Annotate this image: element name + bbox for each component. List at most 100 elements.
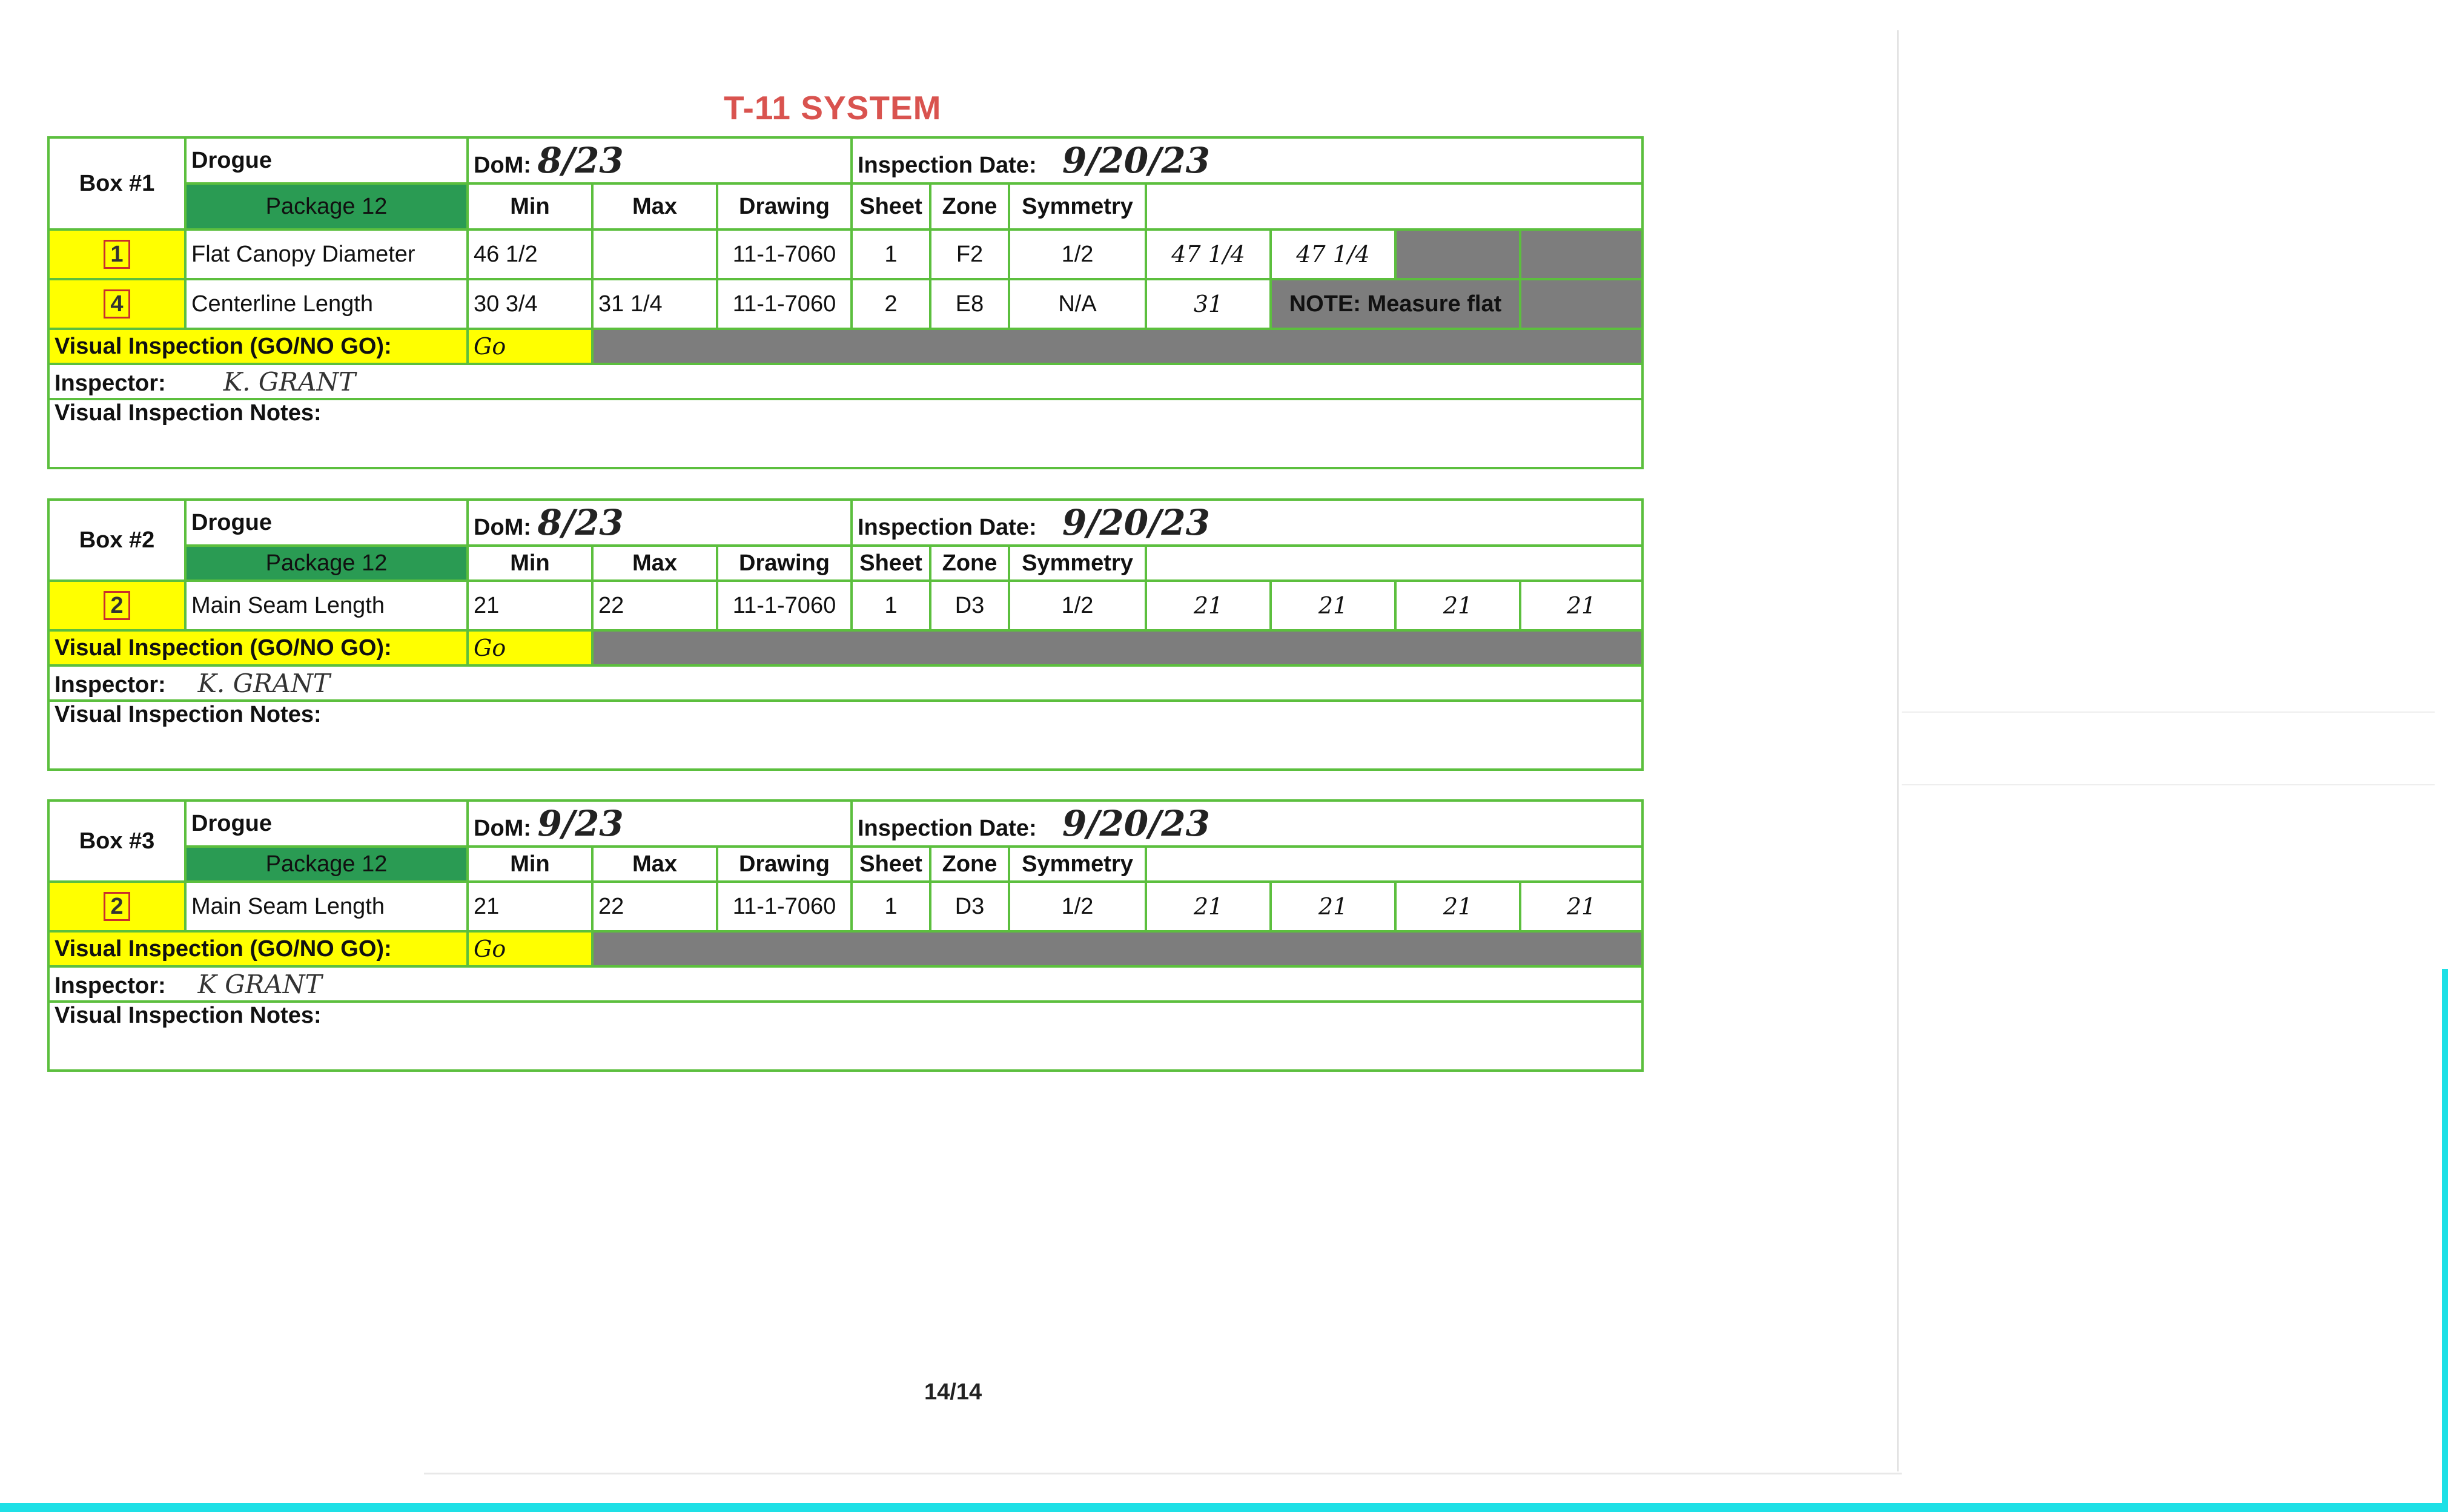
dom-label: DoM: bbox=[474, 153, 531, 178]
inspection-date-value[interactable]: 9/20/23 bbox=[1062, 502, 1210, 543]
symmetry-value: N/A bbox=[1008, 278, 1147, 330]
col-sheet: Sheet bbox=[850, 544, 931, 582]
notes-cell[interactable]: Visual Inspection Notes: bbox=[47, 1000, 1644, 1072]
qty-cell: 2 bbox=[47, 880, 187, 933]
min-value: 30 3/4 bbox=[466, 278, 594, 330]
col-zone: Zone bbox=[929, 544, 1010, 582]
visual-inspection-blank bbox=[591, 629, 1644, 667]
visual-inspection-label: Visual Inspection (GO/NO GO): bbox=[47, 629, 469, 667]
symmetry-value: 1/2 bbox=[1008, 228, 1147, 280]
zone-value: E8 bbox=[929, 278, 1010, 330]
page-edge-right bbox=[1897, 30, 1899, 1471]
measurement-cell-disabled bbox=[1519, 278, 1644, 330]
dimension-name: Main Seam Length bbox=[184, 579, 469, 632]
sheet-value: 2 bbox=[850, 278, 931, 330]
col-symmetry: Symmetry bbox=[1008, 544, 1147, 582]
inspector-label: Inspector: bbox=[55, 672, 166, 698]
max-value bbox=[591, 228, 718, 280]
inspection-date-value[interactable]: 9/20/23 bbox=[1062, 803, 1210, 844]
inspector-label: Inspector: bbox=[55, 972, 166, 999]
measurement-cell-disabled bbox=[1519, 228, 1644, 280]
measurement-cell[interactable]: 21 bbox=[1269, 579, 1397, 632]
measurement-cell[interactable]: 47 1/4 bbox=[1145, 228, 1272, 280]
dom-value[interactable]: 8/23 bbox=[538, 502, 624, 543]
drogue-label: Drogue bbox=[184, 799, 469, 848]
dom-label: DoM: bbox=[474, 816, 531, 841]
max-value: 22 bbox=[591, 880, 718, 933]
measurement-cell[interactable]: 21 bbox=[1269, 880, 1397, 933]
visual-inspection-blank bbox=[591, 930, 1644, 968]
measurement-cell[interactable]: 31 bbox=[1145, 278, 1272, 330]
visual-inspection-blank bbox=[591, 328, 1644, 365]
measurement-cell[interactable]: 21 bbox=[1394, 880, 1521, 933]
screen-edge-right bbox=[2442, 969, 2448, 1512]
inspector-signature[interactable]: K. GRANT bbox=[198, 669, 330, 698]
visual-inspection-value[interactable]: Go bbox=[466, 328, 594, 365]
visual-inspection-label: Visual Inspection (GO/NO GO): bbox=[47, 930, 469, 968]
drawing-value: 11-1-7060 bbox=[716, 228, 853, 280]
qty-value: 1 bbox=[104, 239, 130, 269]
symmetry-value: 1/2 bbox=[1008, 579, 1147, 632]
col-drawing: Drawing bbox=[716, 182, 853, 231]
visual-inspection-value[interactable]: Go bbox=[466, 629, 594, 667]
zone-value: D3 bbox=[929, 579, 1010, 632]
measurement-cell[interactable]: 21 bbox=[1394, 579, 1521, 632]
qty-cell: 2 bbox=[47, 579, 187, 632]
package-label: Package 12 bbox=[184, 182, 469, 231]
col-symmetry: Symmetry bbox=[1008, 182, 1147, 231]
measurement-cell[interactable]: 21 bbox=[1145, 579, 1272, 632]
sheet-value: 1 bbox=[850, 228, 931, 280]
inspection-date-label: Inspection Date: bbox=[858, 515, 1037, 540]
inspector-label: Inspector: bbox=[55, 370, 166, 396]
col-sheet: Sheet bbox=[850, 845, 931, 883]
inspection-date-cell: Inspection Date: 9/20/23 bbox=[850, 799, 1644, 848]
inspection-date-label: Inspection Date: bbox=[858, 816, 1037, 841]
col-symmetry: Symmetry bbox=[1008, 845, 1147, 883]
dimension-name: Main Seam Length bbox=[184, 880, 469, 933]
col-min: Min bbox=[466, 845, 594, 883]
min-value: 46 1/2 bbox=[466, 228, 594, 280]
qty-cell: 4 bbox=[47, 278, 187, 330]
notes-cell[interactable]: Visual Inspection Notes: bbox=[47, 398, 1644, 469]
notes-cell[interactable]: Visual Inspection Notes: bbox=[47, 699, 1644, 771]
table-row: 1 Flat Canopy Diameter 46 1/2 11-1-7060 … bbox=[47, 228, 1644, 280]
header-blank bbox=[1145, 845, 1644, 883]
notes-label: Visual Inspection Notes: bbox=[55, 400, 322, 426]
qty-value: 4 bbox=[104, 289, 130, 319]
document-title: T-11 SYSTEM bbox=[724, 89, 942, 127]
measurement-cell[interactable]: 47 1/4 bbox=[1269, 228, 1397, 280]
col-drawing: Drawing bbox=[716, 544, 853, 582]
col-drawing: Drawing bbox=[716, 845, 853, 883]
inspector-cell: Inspector: K. GRANT bbox=[47, 363, 1644, 400]
box-label: Box #2 bbox=[47, 498, 187, 582]
header-blank bbox=[1145, 544, 1644, 582]
table-row: 2 Main Seam Length 21 22 11-1-7060 1 D3 … bbox=[47, 579, 1644, 632]
dom-value[interactable]: 8/23 bbox=[538, 140, 624, 181]
measurement-cell[interactable]: 21 bbox=[1519, 880, 1644, 933]
zone-value: F2 bbox=[929, 228, 1010, 280]
measurement-cell[interactable]: 21 bbox=[1145, 880, 1272, 933]
min-value: 21 bbox=[466, 880, 594, 933]
dimension-name: Flat Canopy Diameter bbox=[184, 228, 469, 280]
box-1-table: Box #1 Drogue DoM: 8/23 Inspection Date:… bbox=[47, 136, 1644, 469]
visual-inspection-value[interactable]: Go bbox=[466, 930, 594, 968]
box-3-table: Box #3 Drogue DoM: 9/23 Inspection Date:… bbox=[47, 799, 1644, 1072]
faint-divider bbox=[1902, 711, 2435, 713]
measurement-cell-disabled bbox=[1394, 228, 1521, 280]
header-blank bbox=[1145, 182, 1644, 231]
box-2-table: Box #2 Drogue DoM: 8/23 Inspection Date:… bbox=[47, 498, 1644, 771]
dom-value[interactable]: 9/23 bbox=[538, 803, 624, 844]
visual-inspection-label: Visual Inspection (GO/NO GO): bbox=[47, 328, 469, 365]
screen-edge-bottom bbox=[0, 1503, 2448, 1512]
sheet-value: 1 bbox=[850, 880, 931, 933]
col-max: Max bbox=[591, 182, 718, 231]
box-label: Box #1 bbox=[47, 136, 187, 231]
col-max: Max bbox=[591, 544, 718, 582]
col-zone: Zone bbox=[929, 182, 1010, 231]
dimension-name: Centerline Length bbox=[184, 278, 469, 330]
inspector-signature[interactable]: K. GRANT bbox=[223, 367, 356, 397]
inspector-signature[interactable]: K GRANT bbox=[198, 969, 322, 999]
inspection-date-value[interactable]: 9/20/23 bbox=[1062, 140, 1210, 181]
qty-cell: 1 bbox=[47, 228, 187, 280]
measurement-cell[interactable]: 21 bbox=[1519, 579, 1644, 632]
